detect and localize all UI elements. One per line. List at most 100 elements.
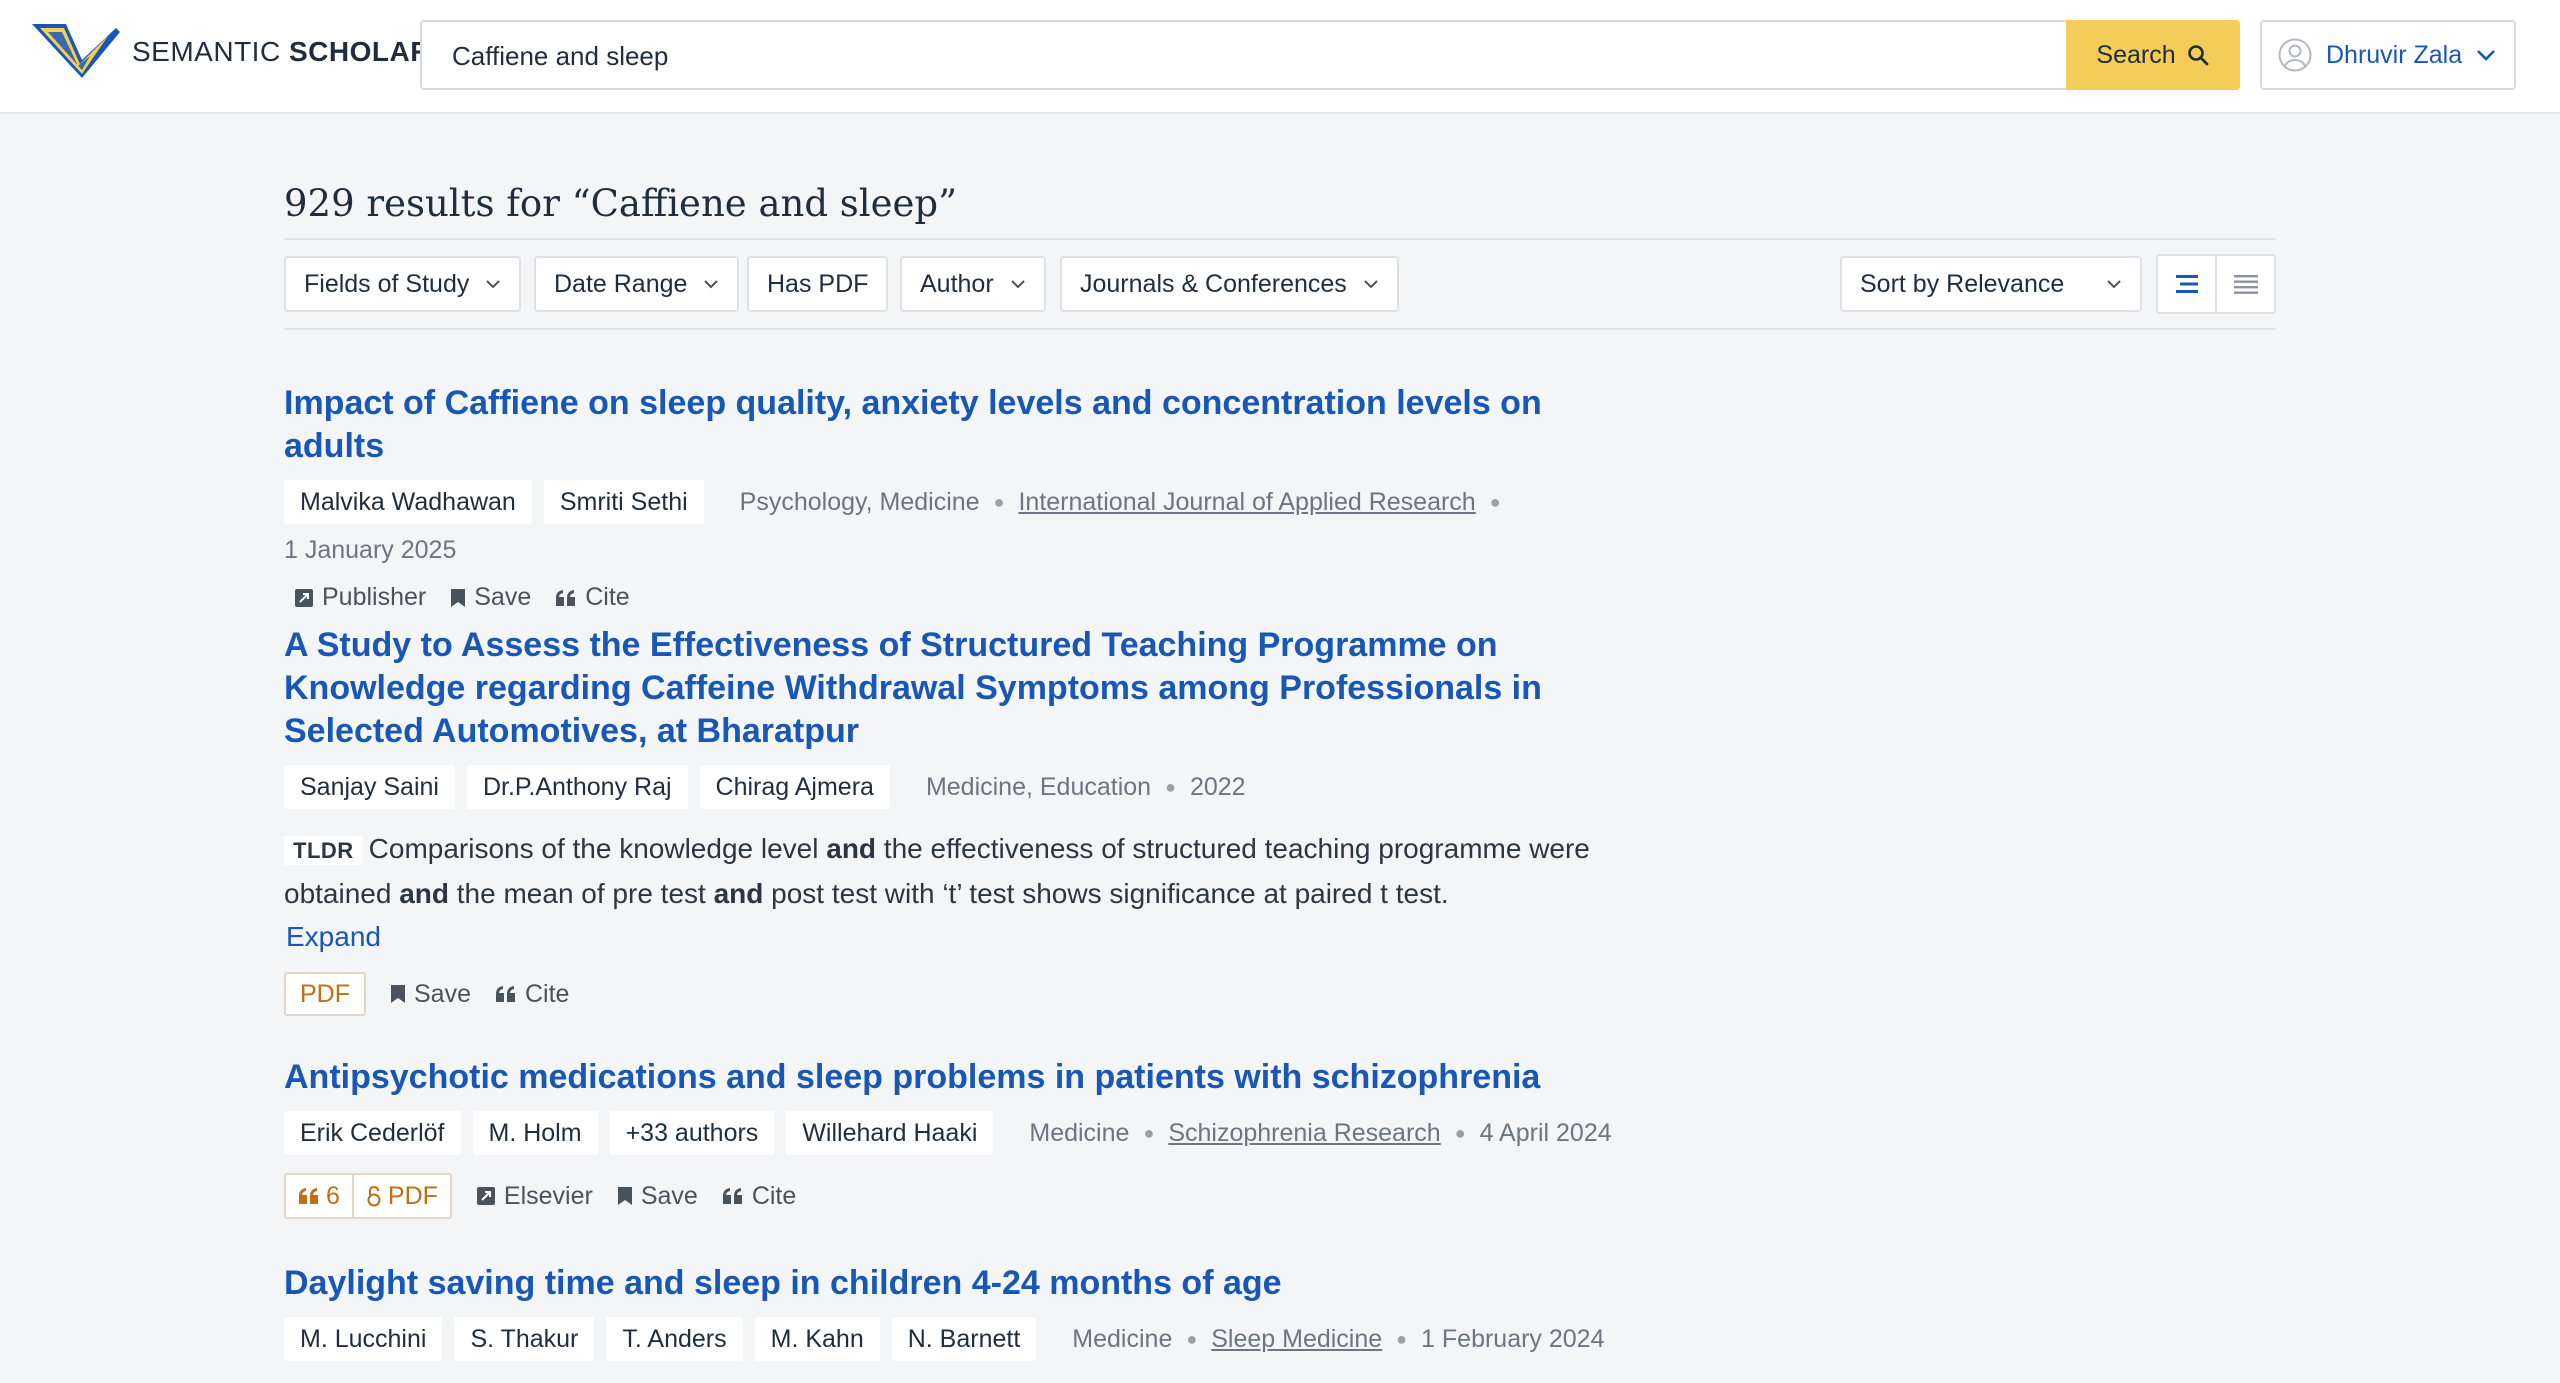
author-chip[interactable]: T. Anders: [606, 1317, 743, 1361]
citation-count: 6: [326, 1181, 340, 1210]
fields-of-study: Psychology, Medicine: [739, 487, 980, 516]
search-box: [420, 20, 2240, 90]
save-button[interactable]: Save: [450, 583, 531, 612]
chevron-down-icon: [1364, 280, 1378, 289]
search-input[interactable]: [450, 22, 2154, 90]
cite-button[interactable]: Cite: [555, 583, 630, 612]
open-access-icon: [367, 1185, 381, 1207]
list-view-button[interactable]: [2158, 256, 2215, 312]
quote-icon: [299, 1188, 318, 1204]
results-count-title: 929 results for “Caffiene and sleep”: [284, 182, 957, 225]
save-button[interactable]: Save: [617, 1182, 698, 1211]
pdf-label: PDF: [387, 1181, 438, 1210]
author-chip[interactable]: Chirag Ajmera: [699, 765, 890, 809]
venue-link[interactable]: Schizophrenia Research: [1168, 1119, 1440, 1148]
search-button[interactable]: Search: [2066, 20, 2240, 90]
author-chip[interactable]: Smriti Sethi: [543, 480, 704, 524]
publisher-link[interactable]: Elsevier: [476, 1182, 593, 1211]
fields-of-study: Medicine, Education: [925, 772, 1152, 801]
user-menu[interactable]: Dhruvir Zala: [2260, 20, 2516, 90]
fields-of-study: Medicine: [1072, 1324, 1173, 1353]
publisher-label: Elsevier: [503, 1181, 593, 1210]
filter-journals-conferences[interactable]: Journals & Conferences: [1060, 256, 1399, 312]
chevron-down-icon: [704, 280, 719, 289]
cite-button[interactable]: Cite: [722, 1182, 796, 1211]
chevron-down-icon: [486, 280, 501, 289]
filter-label: Date Range: [554, 269, 688, 298]
expand-link[interactable]: Expand: [286, 915, 381, 958]
author-chip[interactable]: N. Barnett: [891, 1317, 1037, 1361]
sort-dropdown[interactable]: Sort by Relevance: [1840, 256, 2142, 312]
cite-button[interactable]: Cite: [495, 980, 569, 1009]
author-chip[interactable]: Malvika Wadhawan: [284, 480, 532, 524]
filter-label: Journals & Conferences: [1080, 269, 1347, 298]
brand-scholar: SCHOLAR: [288, 36, 431, 67]
separator-dot: ●: [1396, 1328, 1408, 1349]
semantic-scholar-logo[interactable]: [30, 20, 122, 88]
quote-icon: [495, 986, 515, 1002]
separator-dot: ●: [993, 491, 1005, 512]
paper-result: A Study to Assess the Effectiveness of S…: [284, 624, 1624, 1016]
pdf-button[interactable]: PDF: [284, 972, 366, 1016]
paper-title[interactable]: Daylight saving time and sleep in childr…: [284, 1262, 1624, 1305]
search-icon: [2187, 45, 2209, 66]
chevron-down-icon: [1010, 280, 1025, 289]
chevron-down-icon: [2477, 50, 2496, 61]
author-chip[interactable]: S. Thakur: [454, 1317, 595, 1361]
author-chip[interactable]: Erik Cederlöf: [284, 1111, 461, 1155]
filter-has-pdf[interactable]: Has PDF: [747, 256, 889, 312]
filter-fields-of-study[interactable]: Fields of Study: [284, 256, 522, 312]
tldr-highlight: and: [713, 878, 764, 909]
author-chip[interactable]: Dr.P.Anthony Raj: [466, 765, 688, 809]
paper-actions: PDF Save Cite: [284, 972, 1624, 1016]
brand-name[interactable]: SEMANTIC SCHOLAR: [132, 36, 431, 68]
top-bar: SEMANTIC SCHOLAR Search Dhruvir Zala: [0, 0, 2560, 114]
user-avatar-icon: [2278, 38, 2312, 72]
paper-result: Daylight saving time and sleep in childr…: [284, 1262, 1624, 1361]
venue-link[interactable]: Sleep Medicine: [1211, 1325, 1382, 1354]
paper-title[interactable]: A Study to Assess the Effectiveness of S…: [284, 624, 1624, 753]
author-chip[interactable]: Willehard Haaki: [786, 1111, 994, 1155]
filter-author[interactable]: Author: [900, 256, 1046, 312]
publication-date: 1 February 2024: [1421, 1324, 1605, 1353]
filter-date-range[interactable]: Date Range: [534, 256, 740, 312]
paper-title[interactable]: Antipsychotic medications and sleep prob…: [284, 1056, 1624, 1099]
user-name: Dhruvir Zala: [2326, 40, 2463, 69]
author-chip[interactable]: M. Kahn: [754, 1317, 880, 1361]
brand-semantic: SEMANTIC: [132, 36, 281, 67]
publisher-icon: [295, 588, 313, 607]
pdf-button[interactable]: PDF: [351, 1175, 450, 1217]
bookmark-icon: [451, 588, 466, 607]
save-label: Save: [414, 979, 471, 1008]
separator-dot: ●: [1489, 491, 1501, 512]
tldr-summary: TLDR Comparisons of the knowledge level a…: [284, 827, 1624, 958]
compact-view-icon: [2233, 275, 2258, 294]
paper-meta: Erik Cederlöf M. Holm +33 authors Willeh…: [284, 1111, 1624, 1155]
bookmark-icon: [617, 1187, 632, 1205]
venue-link[interactable]: International Journal of Applied Researc…: [1018, 488, 1475, 517]
publisher-link[interactable]: Publisher: [294, 583, 426, 612]
tldr-highlight: and: [826, 833, 877, 864]
author-chip[interactable]: Sanjay Saini: [284, 765, 455, 809]
cite-label: Cite: [751, 1181, 797, 1210]
author-chip[interactable]: M. Lucchini: [284, 1317, 443, 1361]
paper-result: Antipsychotic medications and sleep prob…: [284, 1056, 1624, 1219]
citation-count-button[interactable]: 6: [286, 1175, 352, 1217]
publication-date: 2022: [1189, 772, 1246, 801]
separator-dot: ●: [1186, 1328, 1198, 1349]
paper-meta: Sanjay Saini Dr.P.Anthony Raj Chirag Ajm…: [284, 765, 1624, 809]
tldr-text: the mean of pre test: [449, 878, 714, 909]
separator-dot: ●: [1454, 1122, 1466, 1143]
paper-actions: 6 PDF Elsevier Save Cite: [284, 1173, 1624, 1219]
save-button[interactable]: Save: [390, 980, 471, 1009]
paper-title[interactable]: Impact of Caffiene on sleep quality, anx…: [284, 382, 1624, 468]
compact-view-button[interactable]: [2215, 256, 2274, 312]
author-chip[interactable]: M. Holm: [472, 1111, 598, 1155]
quote-icon: [722, 1188, 742, 1204]
citations-pdf-chip: 6 PDF: [284, 1173, 452, 1219]
separator-dot: ●: [1165, 776, 1176, 797]
tldr-highlight: and: [399, 878, 449, 909]
quote-icon: [556, 589, 576, 606]
more-authors-chip[interactable]: +33 authors: [609, 1111, 775, 1155]
paper-meta: M. Lucchini S. Thakur T. Anders M. Kahn …: [284, 1317, 1624, 1361]
